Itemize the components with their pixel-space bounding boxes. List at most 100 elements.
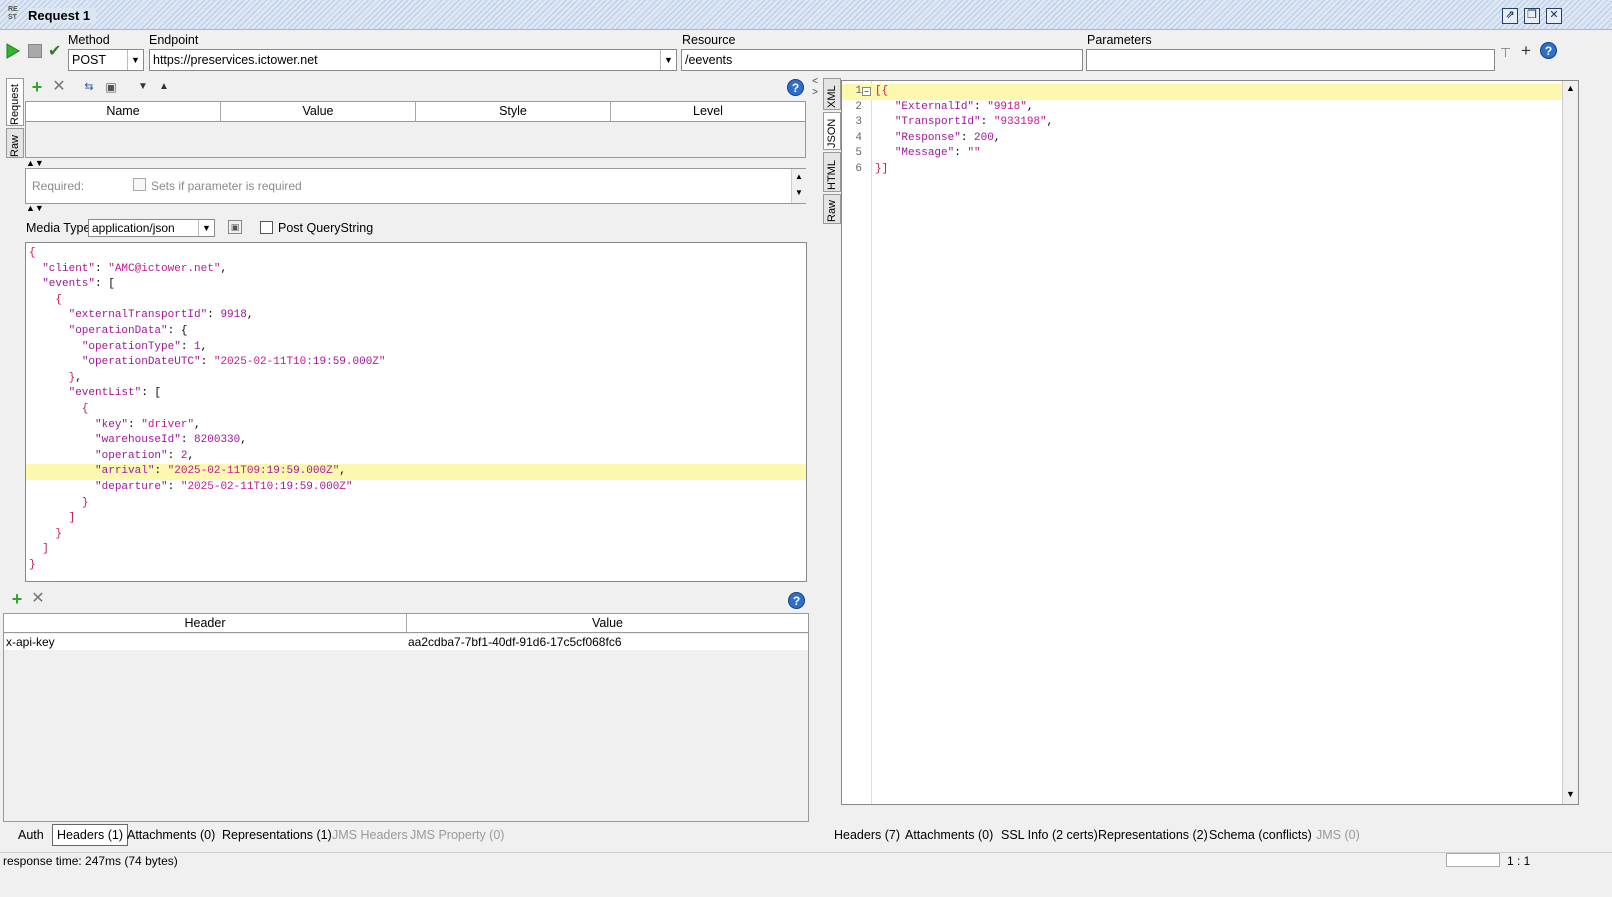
response-scrollbar[interactable]: ▲ ▼	[1562, 81, 1578, 804]
response-body-line[interactable]: [{	[875, 84, 1053, 100]
request-body-line[interactable]: "arrival": "2025-02-11T09:19:59.000Z",	[26, 464, 806, 480]
detail-scrollbar[interactable]: ▲ ▼	[791, 169, 806, 203]
tab-html[interactable]: HTML	[823, 152, 841, 192]
chevron-down-icon[interactable]: ▼	[660, 50, 676, 70]
header-name-cell[interactable]: x-api-key	[6, 635, 55, 649]
request-body-line[interactable]: {	[26, 246, 806, 262]
request-body-line[interactable]: "eventList": [	[26, 386, 806, 402]
run-request-button[interactable]	[6, 43, 20, 62]
tab-jms[interactable]: JMS (0)	[1312, 824, 1364, 846]
chevron-down-icon[interactable]: ▼	[198, 220, 214, 236]
request-body-line[interactable]: "operation": 2,	[26, 449, 806, 465]
request-body-line[interactable]: "externalTransportId": 9918,	[26, 308, 806, 324]
tab-representations[interactable]: Representations (1)	[218, 824, 336, 846]
request-body-line[interactable]: "client": "AMC@ictower.net",	[26, 262, 806, 278]
table-row[interactable]: x-api-key aa2cdba7-7bf1-40df-91d6-17c5cf…	[4, 634, 808, 650]
parameters-input[interactable]	[1086, 49, 1495, 71]
request-body-line[interactable]: "warehouseId": 8200330,	[26, 433, 806, 449]
params-col-name[interactable]: Name	[26, 102, 221, 121]
remove-header-icon[interactable]: ✕	[29, 590, 47, 608]
help-icon[interactable]: ?	[1540, 42, 1557, 59]
splitter-arrows-icon[interactable]: ▲▼	[26, 158, 44, 168]
request-body-line[interactable]: "operationType": 1,	[26, 340, 806, 356]
response-body-line[interactable]: }]	[875, 162, 1053, 178]
remove-param-icon[interactable]: ✕	[50, 78, 68, 96]
request-body-line[interactable]: },	[26, 371, 806, 387]
headers-col-header[interactable]: Header	[4, 614, 407, 633]
response-body-line[interactable]: "TransportId": "933198",	[875, 115, 1053, 131]
move-up-icon[interactable]: ▲	[155, 78, 173, 96]
endpoint-input[interactable]: https://preservices.ictower.net ▼	[149, 49, 677, 71]
tab-response-representations[interactable]: Representations (2)	[1094, 824, 1212, 846]
request-body-line[interactable]: ]	[26, 511, 806, 527]
restore-window-icon[interactable]: ❐	[1524, 8, 1540, 24]
detach-window-icon[interactable]: ⇗	[1502, 8, 1518, 24]
request-body-line[interactable]: "operationData": {	[26, 324, 806, 340]
line-number: 6	[855, 162, 862, 175]
add-parameter-icon[interactable]: +	[1521, 41, 1531, 61]
response-json[interactable]: [{ "ExternalId": "9918", "TransportId": …	[875, 84, 1053, 178]
params-col-level[interactable]: Level	[611, 102, 805, 121]
response-body-line[interactable]: "Message": ""	[875, 146, 1053, 162]
request-body-line[interactable]: }	[26, 527, 806, 543]
tab-response-raw[interactable]: Raw	[823, 194, 841, 224]
close-window-icon[interactable]: ✕	[1546, 8, 1562, 24]
request-body-line[interactable]: }	[26, 558, 806, 574]
params-help-icon[interactable]: ?	[787, 79, 804, 96]
splitter-arrows-icon[interactable]: ▲▼	[26, 203, 44, 213]
validate-check-icon[interactable]: ✔	[48, 41, 61, 61]
response-body-line[interactable]: "ExternalId": "9918",	[875, 100, 1053, 116]
request-body-line[interactable]: "events": [	[26, 277, 806, 293]
tab-auth[interactable]: Auth	[14, 824, 48, 846]
chevron-down-icon[interactable]: ▼	[127, 50, 143, 70]
tab-raw[interactable]: Raw	[6, 128, 24, 158]
tab-attachments[interactable]: Attachments (0)	[123, 824, 219, 846]
stop-request-button[interactable]	[28, 44, 42, 58]
request-body-line[interactable]: ]	[26, 542, 806, 558]
tab-schema[interactable]: Schema (conflicts)	[1205, 824, 1316, 846]
scroll-up-icon[interactable]: ▲	[1566, 83, 1575, 93]
response-body-editor[interactable]: 1 2 3 4 5 6 − [{ "ExternalId": "9918", "Trans…	[841, 80, 1579, 805]
resource-label: Resource	[682, 33, 736, 47]
fold-collapse-icon[interactable]: −	[862, 87, 871, 96]
response-body-line[interactable]: "Response": 200,	[875, 131, 1053, 147]
request-body-editor[interactable]: { "client": "AMC@ictower.net", "events":…	[25, 242, 807, 582]
params-col-value[interactable]: Value	[221, 102, 416, 121]
request-body-line[interactable]: }	[26, 496, 806, 512]
header-value-cell[interactable]: aa2cdba7-7bf1-40df-91d6-17c5cf068fc6	[408, 635, 622, 649]
tab-jms-headers[interactable]: JMS Headers	[328, 824, 412, 846]
tab-ssl-info[interactable]: SSL Info (2 certs)	[997, 824, 1102, 846]
tab-jms-property[interactable]: JMS Property (0)	[406, 824, 508, 846]
tab-request[interactable]: Request	[6, 78, 24, 126]
panel-splitter[interactable]: < >	[810, 76, 820, 852]
move-param-icon[interactable]: ⇆	[80, 78, 98, 96]
headers-help-icon[interactable]: ?	[788, 592, 805, 609]
add-param-icon[interactable]: +	[28, 78, 46, 96]
edit-media-type-icon[interactable]: ▣	[228, 220, 242, 234]
resource-input[interactable]: /eevents	[681, 49, 1083, 71]
required-checkbox-label: Sets if parameter is required	[151, 179, 302, 193]
resource-value: /eevents	[685, 53, 733, 67]
request-body-line[interactable]: "key": "driver",	[26, 418, 806, 434]
headers-col-value[interactable]: Value	[407, 614, 808, 633]
tab-json[interactable]: JSON	[823, 112, 841, 150]
request-body-line[interactable]: "operationDateUTC": "2025-02-11T10:19:59…	[26, 355, 806, 371]
request-body-line[interactable]: {	[26, 402, 806, 418]
tab-request-label: Request	[9, 84, 21, 125]
edit-param-icon[interactable]: ▣	[102, 78, 120, 96]
scroll-down-icon[interactable]: ▼	[1566, 789, 1575, 799]
tab-headers[interactable]: Headers (1)	[52, 824, 128, 846]
required-checkbox[interactable]	[133, 178, 146, 191]
request-body-line[interactable]: "departure": "2025-02-11T10:19:59.000Z"	[26, 480, 806, 496]
method-select[interactable]: POST ▼	[68, 49, 144, 71]
move-down-icon[interactable]: ▼	[134, 78, 152, 96]
params-col-style[interactable]: Style	[416, 102, 611, 121]
post-querystring-checkbox[interactable]	[260, 221, 273, 234]
tab-response-headers[interactable]: Headers (7)	[830, 824, 904, 846]
filter-icon[interactable]: ⊤	[1500, 45, 1511, 61]
request-body-line[interactable]: {	[26, 293, 806, 309]
media-type-select[interactable]: application/json ▼	[88, 219, 215, 237]
tab-response-attachments[interactable]: Attachments (0)	[901, 824, 997, 846]
add-header-icon[interactable]: +	[8, 590, 26, 608]
tab-xml[interactable]: XML	[823, 78, 841, 110]
